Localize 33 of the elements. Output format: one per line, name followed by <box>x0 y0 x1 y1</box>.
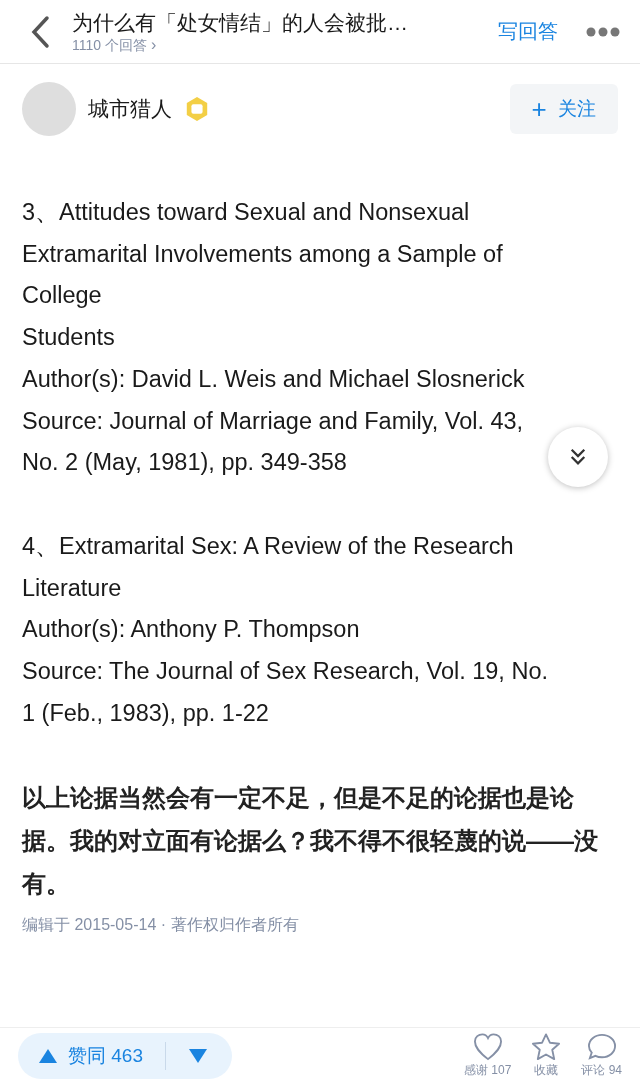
reference-text: 3、Attitudes toward Sexual and Nonsexual <box>22 198 470 227</box>
reference-text: Literature <box>22 573 122 603</box>
paragraph-text: 以上论据当然会有一定不足，但是不足的论据也是论据。我的对立面有论据么？我不得不很轻蔑的说——没有。 <box>22 783 599 900</box>
reference-text: Source: Journal of Marriage and Family, Vol. 43, <box>22 406 524 436</box>
reference-text: College <box>22 281 102 311</box>
star-icon <box>531 1033 562 1061</box>
action-button[interactable]: 评论 94 <box>581 1033 622 1079</box>
downvote-icon[interactable] <box>188 1048 208 1064</box>
edit-note: 编辑于 2015-05-14 · 著作权归作者所有 <box>22 915 300 936</box>
comment-icon <box>586 1033 617 1061</box>
badge-icon <box>184 96 210 122</box>
reference-text: Source: The Journal of Sex Research, Vol. 19, No. <box>22 657 548 687</box>
question-title[interactable]: 为什么有「处女情结」的人会被批… <box>72 8 476 37</box>
action-button[interactable]: 感谢 107 <box>463 1033 512 1079</box>
reference-text: 1 (Feb., 1983), pp. 1-22 <box>22 698 269 728</box>
reference-text: Author(s): David L. Weis and Michael Slosnerick <box>22 364 525 394</box>
reference-text: Students <box>22 323 115 353</box>
heart-icon <box>472 1033 503 1061</box>
up-triangle-icon <box>38 1048 58 1064</box>
chevron-icon: › <box>150 36 157 55</box>
reference-text: Extramarital Involvements among a Sample of <box>22 239 503 269</box>
action-button[interactable]: 收藏 <box>531 1033 562 1079</box>
upvote-button[interactable]: 赞同 463 <box>38 1043 143 1069</box>
double-chevron-icon <box>569 447 587 467</box>
write-answer-button[interactable]: 写回答 <box>498 18 558 45</box>
collapse-button[interactable] <box>548 427 608 487</box>
reference-text: 4、Extramarital Sex: A Review of the Research <box>22 531 514 561</box>
reference-text: No. 2 (May, 1981), pp. 349-358 <box>22 448 347 478</box>
more-icon[interactable] <box>586 26 620 37</box>
reference-text: Author(s): Anthony P. Thompson <box>22 615 360 645</box>
back-icon[interactable] <box>30 14 50 49</box>
answer-count[interactable]: 1110 个回答 <box>72 36 147 55</box>
author-name[interactable]: 城市猎人 <box>88 95 172 123</box>
